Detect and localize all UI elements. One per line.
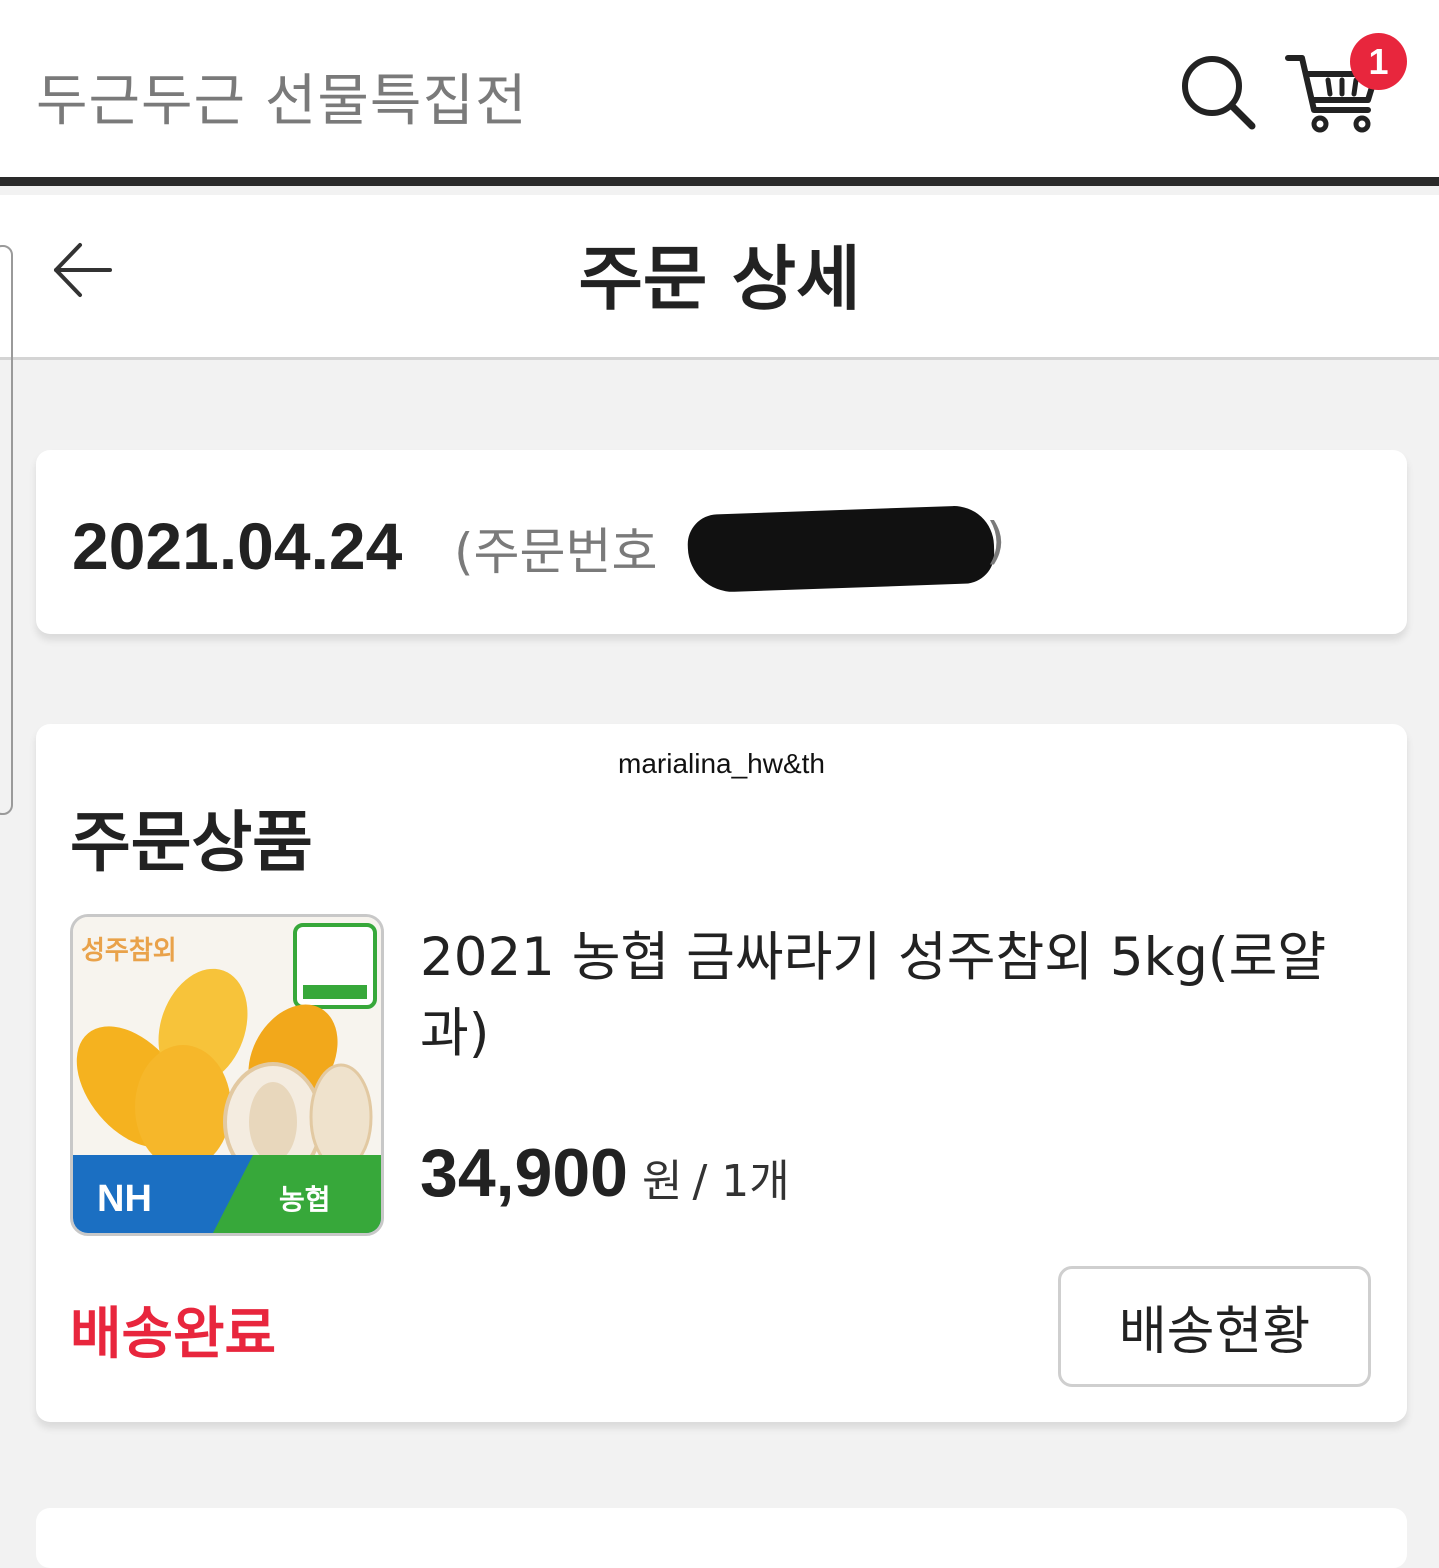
page-header: 주문 상세 [0, 195, 1439, 360]
thumb-logo-nh: NH [97, 1178, 152, 1220]
ordered-product-card: marialina_hw&th 주문상품 성주참외 NH 농협 2021 농협 … [36, 724, 1407, 1422]
app-header: 두근두근 선물특집전 1 [0, 0, 1439, 186]
product-thumbnail[interactable]: 성주참외 NH 농협 [70, 914, 384, 1236]
order-date: 2021.04.24 [72, 509, 403, 583]
delivery-tracking-button[interactable]: 배송현황 [1058, 1266, 1371, 1387]
redaction-mark [686, 504, 996, 594]
thumb-logo-nonghyup: 농협 [279, 1183, 331, 1216]
side-panel-edge[interactable] [0, 245, 13, 815]
order-quantity: / 1개 [692, 1156, 790, 1207]
next-card [36, 1508, 1407, 1568]
cart-count-badge: 1 [1350, 33, 1407, 90]
page-title: 주문 상세 [578, 238, 861, 320]
product-name[interactable]: 2021 농협 금싸라기 성주참외 5kg(로얄과) [420, 920, 1370, 1072]
watermark-text: marialina_hw&th [618, 748, 825, 779]
search-button[interactable] [1178, 52, 1258, 132]
order-number-label: (주문번호 [454, 523, 658, 581]
order-info-card: 2021.04.24 (주문번호 ) [36, 450, 1407, 634]
product-image: 성주참외 NH 농협 [73, 917, 381, 1233]
order-number-close: ) [986, 512, 1006, 570]
price-amount: 34,900 [420, 1135, 628, 1211]
delivery-status: 배송완료 [70, 1302, 277, 1367]
section-title: 주문상품 [70, 804, 313, 881]
price-currency: 원 [641, 1156, 683, 1207]
search-icon [1182, 56, 1256, 130]
app-title[interactable]: 두근두근 선물특집전 [36, 56, 527, 137]
price-row: 34,900 원/ 1개 [420, 1134, 790, 1212]
thumb-brand-text: 성주참외 [81, 936, 177, 966]
